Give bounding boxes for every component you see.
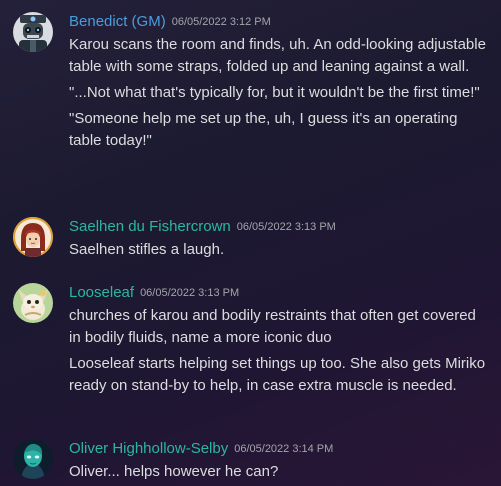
message-text: Saelhen stifles a laugh. <box>69 241 225 258</box>
message-header: Saelhen du Fishercrown 06/05/2022 3:13 PM <box>69 217 487 237</box>
message-content: Oliver Highhollow-Selby 06/05/2022 3:14 P… <box>69 439 487 483</box>
message-header: Benedict (GM) 06/05/2022 3:12 PM <box>69 12 487 32</box>
message-timestamp[interactable]: 06/05/2022 3:13 PM <box>237 221 336 233</box>
chat-message-list: Benedict (GM) 06/05/2022 3:12 PM Karou sc… <box>0 0 501 486</box>
message-text: "...Not what that's typically for, but i… <box>69 84 480 101</box>
author-name[interactable]: Saelhen du Fishercrown <box>69 218 231 235</box>
author-name[interactable]: Looseleaf <box>69 284 134 301</box>
message-content: Looseleaf 06/05/2022 3:13 PM churches of … <box>69 283 487 397</box>
message-text: Looseleaf starts helping set things up t… <box>69 355 486 394</box>
teal-spirit-avatar-icon[interactable] <box>13 439 53 479</box>
author-name[interactable]: Oliver Highhollow-Selby <box>69 440 228 457</box>
message-header: Oliver Highhollow-Selby 06/05/2022 3:14 P… <box>69 439 487 459</box>
message-timestamp[interactable]: 06/05/2022 3:14 PM <box>234 443 333 455</box>
message-content: Saelhen du Fishercrown 06/05/2022 3:13 PM… <box>69 217 487 261</box>
creature-avatar-icon[interactable] <box>13 283 53 323</box>
robot-skull-avatar-icon[interactable] <box>13 12 53 52</box>
red-haired-girl-avatar-icon[interactable] <box>13 217 53 257</box>
author-name[interactable]: Benedict (GM) <box>69 13 166 30</box>
message-text: Oliver... helps however he can? <box>69 463 279 480</box>
message-timestamp[interactable]: 06/05/2022 3:13 PM <box>140 287 239 299</box>
message-content: Benedict (GM) 06/05/2022 3:12 PM Karou sc… <box>69 12 487 152</box>
message-text: Karou scans the room and finds, uh. An o… <box>69 36 486 75</box>
message-timestamp[interactable]: 06/05/2022 3:12 PM <box>172 16 271 28</box>
message-header: Looseleaf 06/05/2022 3:13 PM <box>69 283 487 303</box>
message-text: churches of karou and bodily restraints … <box>69 307 476 346</box>
message-text: "Someone help me set up the, uh, I guess… <box>69 110 458 149</box>
